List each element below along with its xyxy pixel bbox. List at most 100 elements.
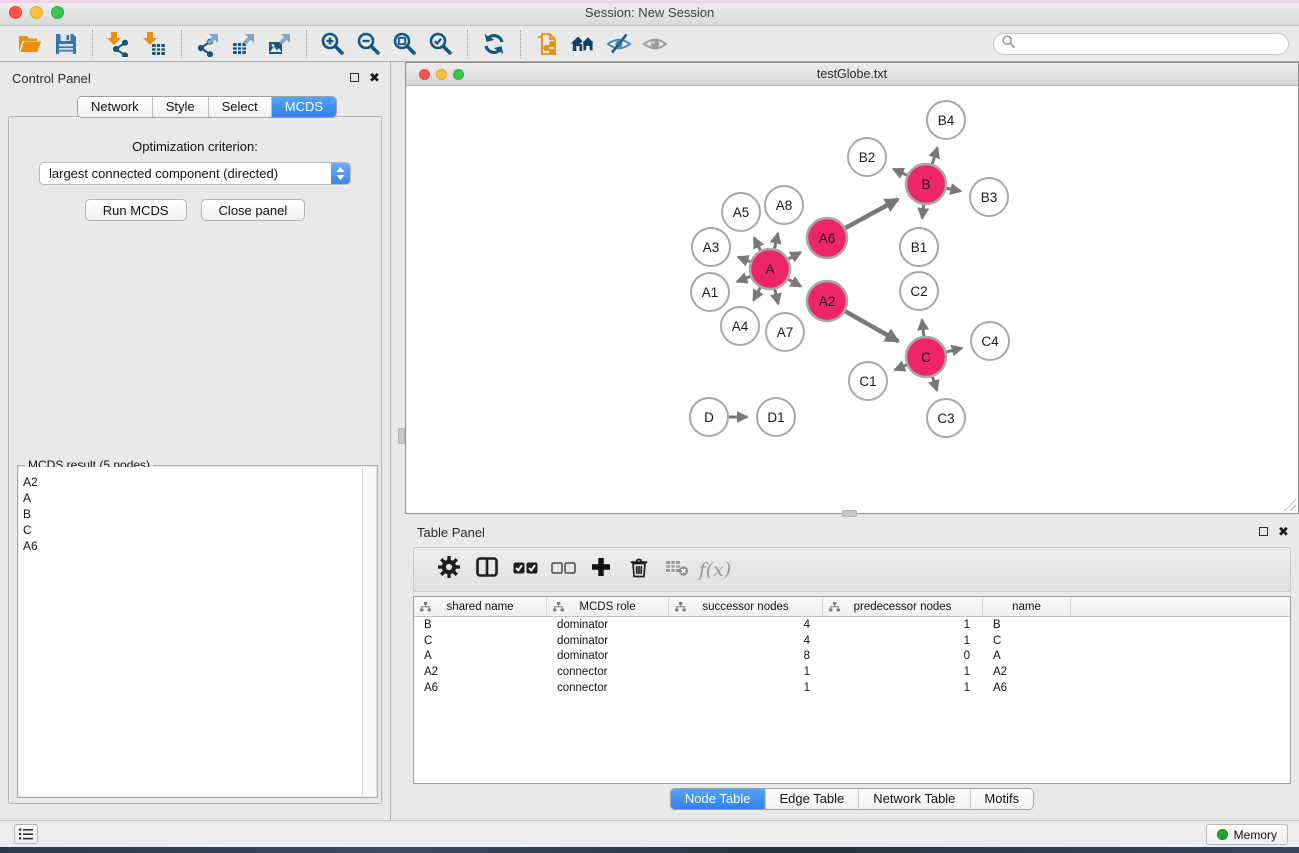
table-cell[interactable]: B (414, 619, 547, 631)
graph-node-A6[interactable]: A6 (807, 218, 847, 258)
search-input[interactable] (1020, 37, 1280, 51)
result-list-scrollbar[interactable] (362, 467, 376, 796)
mcds-result-item[interactable]: C (19, 522, 362, 538)
table-cell[interactable]: connector (547, 666, 669, 678)
table-cell[interactable]: dominator (547, 635, 669, 647)
zoom-out-button[interactable] (351, 29, 387, 59)
table-cell[interactable]: 1 (823, 635, 983, 647)
mcds-result-list[interactable]: A2ABCA6 (19, 467, 362, 796)
tab-select[interactable]: Select (209, 97, 272, 117)
table-row[interactable]: A6connector11A6 (414, 680, 1290, 696)
graph-node-B3[interactable]: B3 (970, 178, 1008, 216)
float-panel-button[interactable] (348, 71, 361, 84)
graph-node-D[interactable]: D (690, 398, 728, 436)
graph-edge-A-A8[interactable] (774, 233, 777, 248)
mcds-result-item[interactable]: A2 (19, 474, 362, 490)
table-cell[interactable]: 1 (823, 682, 983, 694)
graph-node-A3[interactable]: A3 (692, 228, 730, 266)
graph-node-A[interactable]: A (750, 249, 790, 289)
show-hidden-panels-button[interactable] (14, 824, 38, 844)
mcds-result-item[interactable]: A6 (19, 538, 362, 554)
column-header-mcds-role[interactable]: MCDS role (547, 597, 669, 616)
column-header-name[interactable]: name (983, 597, 1071, 616)
table-row[interactable]: Bdominator41B (414, 617, 1290, 633)
refresh-button[interactable] (476, 29, 512, 59)
graph-node-B1[interactable]: B1 (900, 228, 938, 266)
table-cell[interactable]: A2 (414, 666, 547, 678)
home-button[interactable] (565, 29, 601, 59)
graph-edge-A-A6[interactable] (788, 252, 800, 259)
run-mcds-button[interactable]: Run MCDS (85, 199, 187, 221)
mcds-result-item[interactable]: B (19, 506, 362, 522)
table-cell[interactable]: C (414, 635, 547, 647)
mcds-result-item[interactable]: A (19, 490, 362, 506)
graph-edge-C-C3[interactable] (933, 377, 937, 390)
graph-edge-A2-C[interactable] (845, 311, 898, 341)
table-cell[interactable]: A6 (414, 682, 547, 694)
table-cell[interactable]: C (983, 635, 1071, 647)
tab-mcds[interactable]: MCDS (272, 97, 336, 117)
graph-edge-C-C2[interactable] (922, 320, 924, 336)
zoom-in-button[interactable] (315, 29, 351, 59)
table-cell[interactable]: dominator (547, 619, 669, 631)
table-cell[interactable]: B (983, 619, 1071, 631)
optimization-criterion-select[interactable]: largest connected component (directed) (39, 162, 351, 185)
tab-node-table[interactable]: Node Table (671, 789, 766, 809)
vertical-splitter-handle[interactable] (398, 428, 405, 444)
table-float-panel-button[interactable] (1257, 525, 1270, 538)
network-canvas[interactable]: B4B2BB3A8A5A6A3B1AA1C2A2A4A7C4CC1C3DD1 (406, 87, 1298, 513)
graph-edge-C-C4[interactable] (946, 348, 961, 352)
table-cell[interactable]: 1 (823, 619, 983, 631)
graph-node-A8[interactable]: A8 (765, 186, 803, 224)
table-close-panel-button[interactable]: ✖ (1277, 525, 1290, 538)
table-cell[interactable]: A2 (983, 666, 1071, 678)
graph-edge-C-C1[interactable] (895, 365, 907, 370)
delete-columns-button[interactable] (620, 553, 658, 587)
table-row[interactable]: Cdominator41C (414, 633, 1290, 649)
table-cell[interactable]: 0 (823, 650, 983, 662)
column-header-shared-name[interactable]: shared name (414, 597, 547, 616)
table-cell[interactable]: 1 (823, 666, 983, 678)
graph-node-A2[interactable]: A2 (807, 281, 847, 321)
tab-motifs[interactable]: Motifs (970, 789, 1033, 809)
graph-node-B4[interactable]: B4 (927, 101, 965, 139)
table-cell[interactable]: connector (547, 682, 669, 694)
graph-node-B2[interactable]: B2 (848, 138, 886, 176)
table-cell[interactable]: A (414, 650, 547, 662)
table-settings-button[interactable] (430, 553, 468, 587)
graph-edge-B-B1[interactable] (922, 205, 923, 218)
unselect-all-columns-button[interactable] (544, 553, 582, 587)
close-panel-button[interactable]: Close panel (201, 199, 306, 221)
graph-edge-B-B2[interactable] (893, 169, 907, 175)
graph-node-C1[interactable]: C1 (849, 362, 887, 400)
table-cell[interactable]: 1 (669, 682, 823, 694)
zoom-selected-button[interactable] (423, 29, 459, 59)
graph-edge-A-A3[interactable] (738, 257, 750, 262)
graph-node-C[interactable]: C (906, 337, 946, 377)
graph-edge-B-B3[interactable] (947, 188, 961, 191)
graph-node-A1[interactable]: A1 (691, 273, 729, 311)
export-network-button[interactable] (190, 29, 226, 59)
table-cell[interactable]: A6 (983, 682, 1071, 694)
close-panel-button-x[interactable]: ✖ (368, 71, 381, 84)
new-network-from-selection-button[interactable] (529, 29, 565, 59)
table-cell[interactable]: 8 (669, 650, 823, 662)
graph-node-A7[interactable]: A7 (766, 313, 804, 351)
column-header-predecessor-nodes[interactable]: predecessor nodes (823, 597, 983, 616)
table-cell[interactable]: 1 (669, 666, 823, 678)
table-row[interactable]: A2connector11A2 (414, 664, 1290, 680)
graph-node-C3[interactable]: C3 (927, 399, 965, 437)
graph-node-C2[interactable]: C2 (900, 272, 938, 310)
graph-edge-A-A1[interactable] (737, 277, 750, 282)
import-table-button[interactable] (137, 29, 173, 59)
save-session-button[interactable] (48, 29, 84, 59)
graph-node-C4[interactable]: C4 (971, 322, 1009, 360)
tab-network-table[interactable]: Network Table (859, 789, 970, 809)
zoom-fit-button[interactable] (387, 29, 423, 59)
graph-node-B[interactable]: B (906, 164, 946, 204)
graph-edge-A-A4[interactable] (754, 288, 761, 301)
horizontal-splitter-handle[interactable] (842, 510, 857, 517)
import-network-button[interactable] (101, 29, 137, 59)
table-cell[interactable]: 4 (669, 619, 823, 631)
destroy-table-button[interactable] (658, 553, 696, 587)
